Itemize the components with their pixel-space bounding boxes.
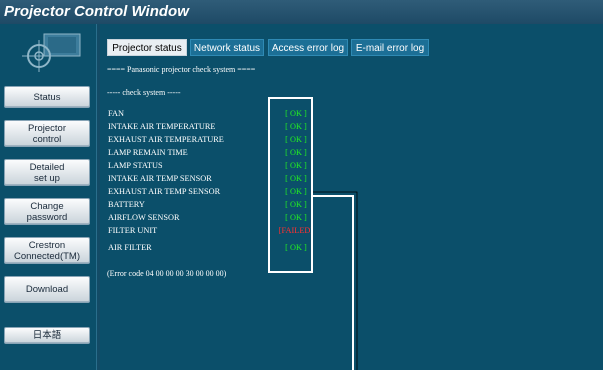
sidebar-divider — [96, 24, 100, 370]
crestron-connected-button-label: Crestron Connected(TM) — [14, 239, 80, 262]
japanese-language-button[interactable]: 日本語 — [4, 327, 90, 344]
error-code-text: (Error code 04 00 00 00 30 00 00 00) — [107, 269, 227, 278]
tab-email-error-log[interactable]: E-mail error log — [351, 39, 429, 56]
check-item-label: AIR FILTER — [108, 243, 152, 252]
projector-control-button-label: Projector control — [27, 122, 66, 145]
check-item-label: BATTERY — [108, 200, 145, 209]
check-system-subheader: ----- check system ----- — [107, 88, 181, 97]
check-item-label: EXHAUST AIR TEMP SENSOR — [108, 187, 221, 196]
check-item-label: FILTER UNIT — [108, 226, 158, 235]
detailed-setup-button[interactable]: Detailed set up — [4, 159, 90, 186]
window-body: Status Projector control Detailed set up… — [0, 24, 603, 374]
check-item-label: INTAKE AIR TEMPERATURE — [108, 122, 216, 131]
bottom-edge — [0, 370, 603, 374]
check-item-label: LAMP STATUS — [108, 161, 163, 170]
change-password-button[interactable]: Change password — [4, 198, 90, 225]
status-button-label: Status — [33, 91, 61, 103]
tab-projector-status[interactable]: Projector status — [107, 39, 187, 56]
tab-access-error-log[interactable]: Access error log — [268, 39, 348, 56]
projector-control-window: Projector Control Window Status Projecto… — [0, 0, 603, 374]
callout-line — [313, 191, 358, 374]
check-system-header: ==== Panasonic projector check system ==… — [107, 65, 256, 74]
tab-network-status[interactable]: Network status — [190, 39, 264, 56]
download-button-label: Download — [25, 284, 69, 295]
check-item-label: LAMP REMAIN TIME — [108, 148, 188, 157]
check-item-label: FAN — [108, 109, 124, 118]
check-item-label: EXHAUST AIR TEMPERATURE — [108, 135, 224, 144]
crestron-connected-button[interactable]: Crestron Connected(TM) — [4, 237, 90, 264]
detailed-setup-button-label: Detailed set up — [29, 161, 65, 184]
change-password-button-label: Change password — [26, 200, 68, 223]
download-button[interactable]: Download — [4, 276, 90, 303]
window-title: Projector Control Window — [0, 0, 603, 24]
projector-logo-icon — [22, 33, 81, 72]
check-item-label: INTAKE AIR TEMP SENSOR — [108, 174, 212, 183]
status-highlight-box — [268, 97, 313, 273]
status-button[interactable]: Status — [4, 86, 90, 108]
japanese-language-button-label: 日本語 — [32, 330, 62, 341]
check-item-label: AIRFLOW SENSOR — [108, 213, 180, 222]
projector-control-button[interactable]: Projector control — [4, 120, 90, 147]
sidebar: Status Projector control Detailed set up… — [0, 24, 96, 370]
